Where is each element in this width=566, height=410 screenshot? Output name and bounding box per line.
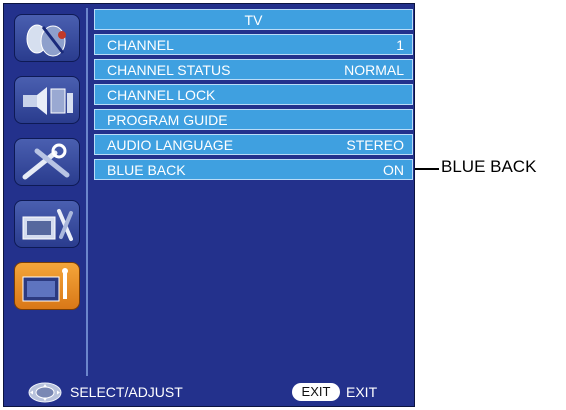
menu-item-label: CHANNEL LOCK bbox=[107, 87, 216, 103]
menu-item-label: BLUE BACK bbox=[107, 162, 186, 178]
picture-settings-icon[interactable] bbox=[14, 14, 80, 62]
menu-item-audio-language[interactable]: AUDIO LANGUAGE STEREO bbox=[94, 134, 413, 155]
menu-item-value: ON bbox=[383, 162, 404, 178]
sidebar bbox=[8, 8, 88, 376]
exit-label: EXIT bbox=[346, 384, 378, 400]
menu-item-program-guide[interactable]: PROGRAM GUIDE bbox=[94, 109, 413, 130]
menu-item-label: AUDIO LANGUAGE bbox=[107, 137, 234, 153]
footer-bar: SELECT/ADJUST EXIT EXIT bbox=[8, 380, 410, 404]
setup-settings-icon[interactable] bbox=[14, 200, 80, 248]
tools-settings-icon[interactable] bbox=[14, 138, 80, 186]
menu-item-value: STEREO bbox=[346, 137, 404, 153]
menu-item-label: CHANNEL STATUS bbox=[107, 62, 231, 78]
menu-item-blue-back[interactable]: BLUE BACK ON bbox=[94, 159, 413, 180]
tv-settings-icon[interactable] bbox=[14, 262, 80, 310]
audio-settings-icon[interactable] bbox=[14, 76, 80, 124]
menu-item-channel-lock[interactable]: CHANNEL LOCK bbox=[94, 84, 413, 105]
select-adjust-label: SELECT/ADJUST bbox=[70, 384, 183, 400]
menu-item-channel-status[interactable]: CHANNEL STATUS NORMAL bbox=[94, 59, 413, 80]
menu-title-bar: TV bbox=[94, 9, 413, 30]
joystick-icon bbox=[28, 382, 62, 403]
osd-menu-panel: TV CHANNEL 1 CHANNEL STATUS NORMAL CHANN… bbox=[3, 3, 415, 407]
exit-button-badge[interactable]: EXIT bbox=[292, 383, 340, 401]
menu-item-label: CHANNEL bbox=[107, 37, 174, 53]
menu-item-value: 1 bbox=[396, 37, 404, 53]
callout-label: BLUE BACK bbox=[441, 157, 537, 176]
menu-title: TV bbox=[244, 12, 263, 28]
menu-item-channel[interactable]: CHANNEL 1 bbox=[94, 34, 413, 55]
menu-item-label: PROGRAM GUIDE bbox=[107, 112, 228, 128]
menu-item-value: NORMAL bbox=[344, 62, 404, 78]
callout-line bbox=[415, 168, 439, 170]
